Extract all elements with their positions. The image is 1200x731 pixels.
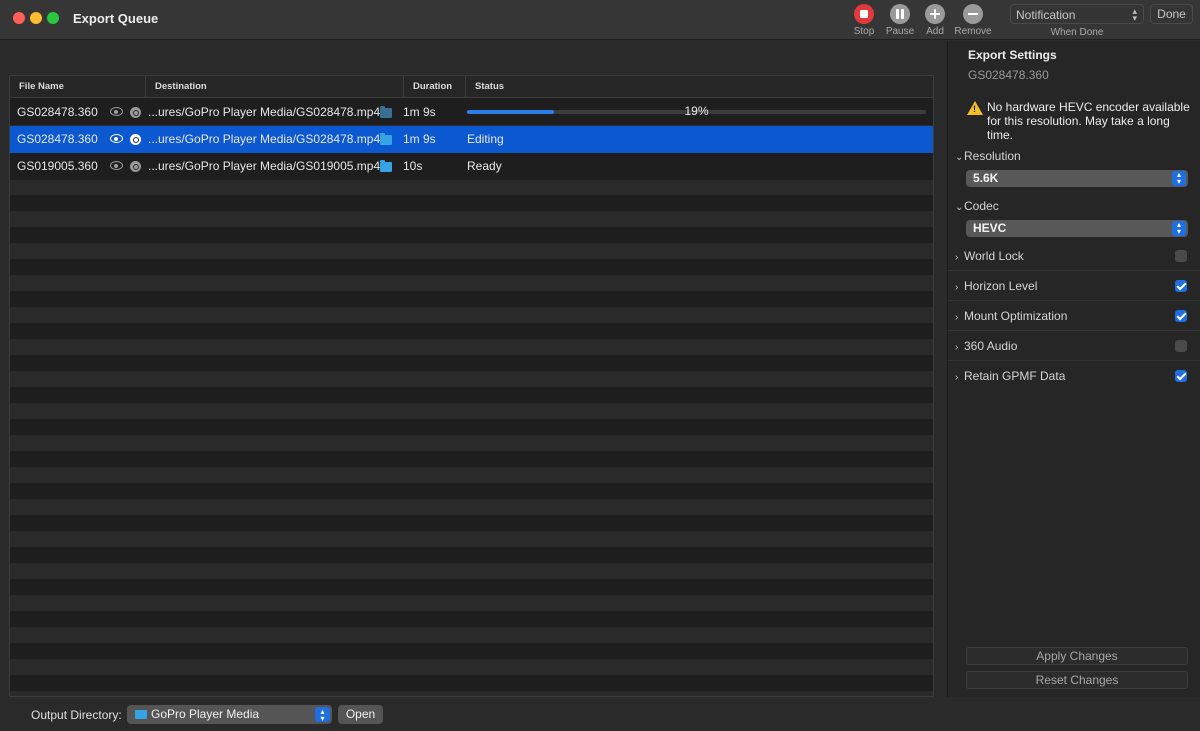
world-lock-checkbox[interactable]: [1175, 250, 1187, 262]
codec-label: Codec: [964, 199, 999, 213]
option-label: World Lock: [964, 249, 1024, 263]
output-directory-value: GoPro Player Media: [151, 707, 260, 721]
chevron-down-icon: ⌄: [955, 202, 964, 213]
when-done-select[interactable]: Notification ▴ ▾: [1010, 4, 1144, 24]
open-button[interactable]: Open: [338, 705, 383, 724]
destination-cell: ...ures/GoPro Player Media/GS028478.mp4: [148, 132, 381, 146]
maximize-window-button[interactable]: [47, 12, 59, 24]
chevron-updown-icon: ▴ ▾: [1172, 171, 1186, 186]
panel-title: Export Settings: [968, 48, 1057, 62]
file-name-cell: GS028478.360: [17, 105, 98, 119]
warning-exclamation: !: [973, 104, 976, 114]
duration-cell: 1m 9s: [403, 105, 436, 119]
file-name-cell: GS028478.360: [17, 132, 98, 146]
folder-icon: [135, 710, 147, 719]
done-button[interactable]: Done: [1150, 4, 1193, 24]
folder-icon[interactable]: [380, 133, 392, 145]
column-header-file-name[interactable]: File Name: [10, 76, 145, 98]
export-settings-panel: Export Settings GS028478.360 ! No hardwa…: [947, 41, 1200, 697]
pause-label: Pause: [885, 26, 915, 37]
chevron-right-icon: ›: [955, 342, 959, 353]
reveal-magnifier-icon[interactable]: [130, 134, 141, 145]
pause-button[interactable]: Pause: [880, 4, 920, 37]
table-row[interactable]: GS028478.360 ...ures/GoPro Player Media/…: [10, 99, 933, 126]
retain-gpmf-data-checkbox[interactable]: [1175, 370, 1187, 382]
reveal-magnifier-icon[interactable]: [130, 107, 141, 118]
folder-icon[interactable]: [380, 106, 392, 118]
export-progress-percent: 19%: [684, 104, 709, 118]
resolution-value: 5.6K: [973, 171, 999, 185]
table-row[interactable]: GS019005.360 ...ures/GoPro Player Media/…: [10, 153, 933, 180]
table-header: File Name Destination Duration Status: [10, 76, 933, 98]
chevron-right-icon: ›: [955, 282, 959, 293]
resolution-select[interactable]: 5.6K ▴ ▾: [966, 170, 1188, 187]
add-button[interactable]: Add: [915, 4, 955, 37]
column-header-status[interactable]: Status: [465, 76, 933, 98]
column-header-destination[interactable]: Destination: [145, 76, 403, 98]
chevron-updown-icon: ▴ ▾: [315, 707, 330, 723]
table-row-selected[interactable]: GS028478.360 ...ures/GoPro Player Media/…: [10, 126, 933, 153]
duration-cell: 10s: [403, 159, 423, 173]
window-title: Export Queue: [73, 11, 159, 26]
output-directory-select[interactable]: GoPro Player Media ▴ ▾: [127, 705, 332, 724]
chevron-right-icon: ›: [955, 252, 959, 263]
option-retain-gpmf-data[interactable]: › Retain GPMF Data: [948, 361, 1200, 391]
pause-icon: [890, 4, 910, 24]
chevron-updown-icon: ▴ ▾: [1172, 221, 1186, 236]
minus-icon: [963, 4, 983, 24]
resolution-label: Resolution: [964, 149, 1021, 163]
destination-cell: ...ures/GoPro Player Media/GS019005.mp4: [148, 159, 381, 173]
codec-value: HEVC: [973, 221, 1007, 235]
when-done-value: Notification: [1016, 8, 1076, 22]
codec-disclosure[interactable]: ⌄Codec: [955, 199, 999, 213]
chevron-down-icon: ⌄: [955, 152, 964, 163]
table-body: GS028478.360 ...ures/GoPro Player Media/…: [10, 99, 933, 696]
reveal-magnifier-icon[interactable]: [130, 161, 141, 172]
folder-icon[interactable]: [380, 160, 392, 172]
panel-subtitle: GS028478.360: [968, 68, 1049, 82]
preview-eye-icon[interactable]: [110, 134, 123, 143]
option-horizon-level[interactable]: › Horizon Level: [948, 271, 1200, 301]
add-label: Add: [926, 26, 944, 37]
column-header-duration[interactable]: Duration: [403, 76, 465, 98]
apply-changes-button[interactable]: Apply Changes: [966, 647, 1188, 665]
resolution-disclosure[interactable]: ⌄Resolution: [955, 149, 1021, 163]
stop-icon: [854, 4, 874, 24]
codec-select[interactable]: HEVC ▴ ▾: [966, 220, 1188, 237]
title-bar: Export Queue Stop Pause Add Remove Notif…: [0, 0, 1200, 40]
remove-button[interactable]: Remove: [953, 4, 993, 37]
chevron-updown-icon: ▴ ▾: [1132, 6, 1137, 23]
when-done-label: When Done: [1050, 27, 1104, 38]
horizon-level-checkbox[interactable]: [1175, 280, 1187, 292]
minimize-window-button[interactable]: [30, 12, 42, 24]
encoder-warning-text: No hardware HEVC encoder available for t…: [987, 100, 1190, 142]
preview-eye-icon[interactable]: [110, 107, 123, 116]
option-mount-optimization[interactable]: › Mount Optimization: [948, 301, 1200, 331]
preview-eye-icon[interactable]: [110, 161, 123, 170]
mount-optimization-checkbox[interactable]: [1175, 310, 1187, 322]
status-cell: Editing: [467, 132, 504, 146]
close-window-button[interactable]: [13, 12, 25, 24]
duration-cell: 1m 9s: [403, 132, 436, 146]
plus-icon: [925, 4, 945, 24]
360-audio-checkbox[interactable]: [1175, 340, 1187, 352]
stop-button[interactable]: Stop: [844, 4, 884, 37]
option-label: 360 Audio: [964, 339, 1018, 353]
chevron-right-icon: ›: [955, 312, 959, 323]
chevron-right-icon: ›: [955, 372, 959, 383]
option-world-lock[interactable]: › World Lock: [948, 241, 1200, 271]
option-label: Retain GPMF Data: [964, 369, 1066, 383]
output-directory-label: Output Directory:: [31, 708, 122, 722]
destination-cell: ...ures/GoPro Player Media/GS028478.mp4: [148, 105, 381, 119]
stop-label: Stop: [853, 26, 875, 37]
reset-changes-button[interactable]: Reset Changes: [966, 671, 1188, 689]
remove-label: Remove: [954, 26, 992, 37]
option-label: Horizon Level: [964, 279, 1038, 293]
file-name-cell: GS019005.360: [17, 159, 98, 173]
option-label: Mount Optimization: [964, 309, 1068, 323]
option-360-audio[interactable]: › 360 Audio: [948, 331, 1200, 361]
export-queue-table: File Name Destination Duration Status GS…: [9, 75, 934, 697]
status-cell: Ready: [467, 159, 502, 173]
